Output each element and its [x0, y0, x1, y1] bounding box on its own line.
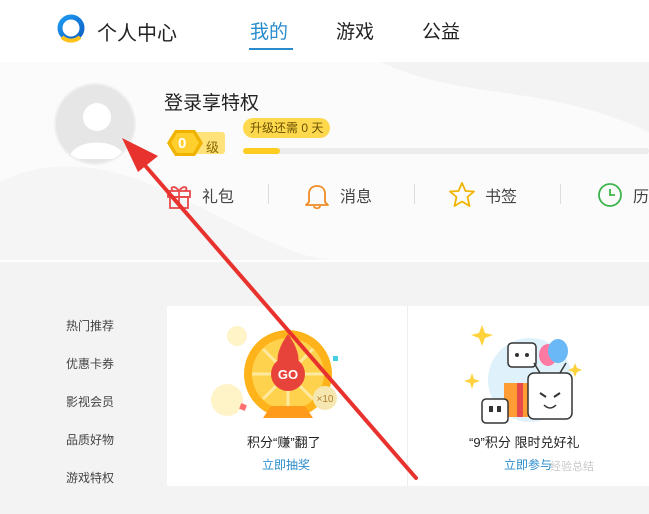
quick-action-bookmarks[interactable]: 书签 — [447, 178, 517, 212]
app-title: 个人中心 — [97, 23, 177, 45]
multiplier-badge: ×10 — [317, 394, 334, 405]
tab-charity[interactable]: 公益 — [422, 17, 460, 44]
sidebar-item-coupons[interactable]: 优惠卡券 — [66, 355, 114, 372]
avatar[interactable] — [54, 83, 136, 165]
login-prompt[interactable]: 登录享特权 — [164, 88, 259, 115]
active-tab-indicator — [249, 48, 293, 50]
upgrade-tip: 升级还需 0 天 — [243, 118, 331, 138]
card-title: “9”积分 限时兑好礼 — [469, 435, 580, 450]
level-progress-fill — [243, 148, 280, 154]
sidebar-item-goods[interactable]: 品质好物 — [66, 431, 114, 448]
card-title: 积分“赚”翻了 — [247, 435, 321, 450]
quick-action-label: 书签 — [485, 189, 518, 206]
divider — [560, 184, 561, 204]
tab-games[interactable]: 游戏 — [336, 17, 374, 44]
level-number: 0 — [178, 135, 187, 152]
quick-action-label: 消息 — [340, 189, 373, 206]
bell-icon — [305, 185, 329, 210]
points-gift-illustration — [464, 325, 582, 424]
divider — [268, 184, 269, 204]
quick-action-gift[interactable]: 礼包 — [164, 178, 234, 212]
tab-mine[interactable]: 我的 — [250, 17, 288, 44]
divider — [414, 184, 415, 204]
lottery-link[interactable]: 立即抽奖 — [262, 456, 310, 473]
go-badge: GO — [278, 367, 298, 382]
level-unit: 级 — [206, 140, 220, 155]
header: 个人中心 我的 游戏 公益 — [0, 0, 649, 62]
lottery-wheel-illustration: GO ×10 — [211, 326, 338, 418]
star-icon — [449, 182, 475, 207]
sidebar-item-hot[interactable]: 热门推荐 — [66, 317, 114, 334]
clock-icon — [598, 183, 622, 207]
gift-icon — [167, 186, 191, 209]
watermark: 经验总结 — [550, 461, 594, 473]
sidebar-item-game-perks[interactable]: 游戏特权 — [66, 469, 114, 486]
quick-action-label: 历 — [633, 189, 649, 206]
sidebar-item-video-vip[interactable]: 影视会员 — [66, 393, 114, 410]
quick-action-messages[interactable]: 消息 — [302, 178, 372, 212]
quick-action-label: 礼包 — [202, 189, 235, 206]
level-progress-track — [243, 148, 649, 154]
quick-action-history[interactable]: 历 — [595, 178, 649, 212]
points-link[interactable]: 立即参与 — [504, 456, 552, 473]
app-logo-icon — [57, 14, 85, 43]
